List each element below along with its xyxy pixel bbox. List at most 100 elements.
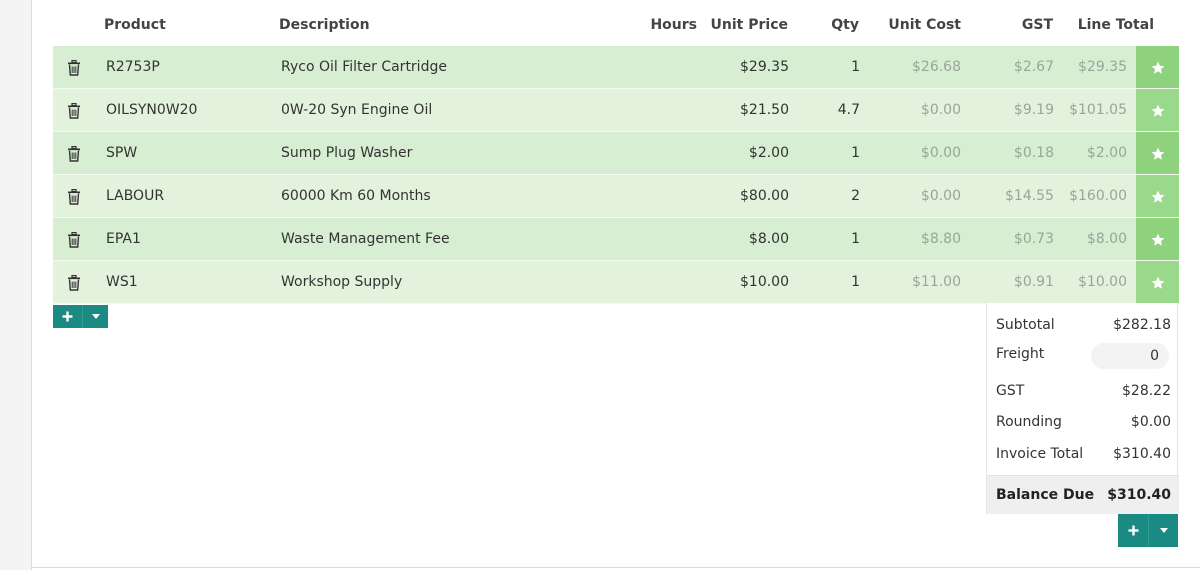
cell-line-total: $29.35	[1078, 59, 1127, 75]
cell-description[interactable]: Workshop Supply	[281, 274, 402, 290]
cell-gst: $0.18	[1013, 145, 1054, 161]
cell-unit-cost: $26.68	[912, 59, 961, 75]
cell-unit-cost: $8.80	[920, 231, 961, 247]
favorite-button[interactable]	[1136, 89, 1179, 132]
rounding-label: Rounding	[996, 414, 1062, 430]
totals-summary: Subtotal $282.18 Freight GST $28.22 Roun…	[986, 303, 1179, 514]
cell-unit-price[interactable]: $2.00	[749, 145, 789, 161]
rounding-row: Rounding $0.00	[987, 410, 1179, 434]
cell-unit-cost: $11.00	[912, 274, 961, 290]
favorite-button[interactable]	[1136, 132, 1179, 175]
cell-description[interactable]: 0W-20 Syn Engine Oil	[281, 102, 432, 118]
gst-value: $28.22	[1122, 383, 1171, 399]
favorite-button[interactable]	[1136, 46, 1179, 89]
balance-due-label: Balance Due	[996, 487, 1095, 503]
cell-product[interactable]: R2753P	[106, 59, 160, 75]
cell-qty[interactable]: 4.7	[838, 102, 860, 118]
column-header-hours[interactable]: Hours	[650, 17, 697, 33]
trash-icon[interactable]	[67, 231, 81, 248]
cell-unit-price[interactable]: $8.00	[749, 231, 789, 247]
table-row[interactable]: R2753P Ryco Oil Filter Cartridge $29.35 …	[53, 46, 1179, 89]
table-row[interactable]: WS1 Workshop Supply $10.00 1 $11.00 $0.9…	[53, 261, 1179, 304]
gst-row: GST $28.22	[987, 379, 1179, 403]
balance-due-row: Balance Due $310.40	[987, 475, 1179, 514]
column-header-unit-price[interactable]: Unit Price	[711, 17, 788, 33]
table-row[interactable]: EPA1 Waste Management Fee $8.00 1 $8.80 …	[53, 218, 1179, 261]
cell-product[interactable]: LABOUR	[106, 188, 164, 204]
column-header-unit-cost[interactable]: Unit Cost	[888, 17, 961, 33]
cell-description[interactable]: 60000 Km 60 Months	[281, 188, 431, 204]
cell-qty[interactable]: 1	[851, 59, 860, 75]
cell-line-total: $2.00	[1086, 145, 1127, 161]
cell-description[interactable]: Sump Plug Washer	[281, 145, 412, 161]
caret-down-icon[interactable]	[83, 305, 108, 328]
cell-unit-price[interactable]: $80.00	[740, 188, 789, 204]
invoice-total-value: $310.40	[1113, 446, 1171, 462]
add-payment-button[interactable]	[1118, 514, 1178, 547]
column-header-description[interactable]: Description	[279, 17, 370, 33]
table-row[interactable]: LABOUR 60000 Km 60 Months $80.00 2 $0.00…	[53, 175, 1179, 218]
panel-divider	[32, 567, 1200, 568]
favorite-button[interactable]	[1136, 261, 1179, 304]
cell-line-total: $8.00	[1086, 231, 1127, 247]
column-header-qty[interactable]: Qty	[831, 17, 859, 33]
table-row[interactable]: SPW Sump Plug Washer $2.00 1 $0.00 $0.18…	[53, 132, 1179, 175]
star-icon	[1151, 104, 1164, 117]
cell-product[interactable]: WS1	[106, 274, 138, 290]
freight-row: Freight	[987, 343, 1179, 371]
subtotal-value: $282.18	[1113, 317, 1171, 333]
freight-label: Freight	[996, 346, 1045, 362]
subtotal-label: Subtotal	[996, 317, 1055, 333]
star-icon	[1151, 147, 1164, 160]
balance-due-value: $310.40	[1107, 487, 1171, 503]
plus-icon[interactable]	[1118, 514, 1149, 547]
cell-qty[interactable]: 1	[851, 274, 860, 290]
column-header-product[interactable]: Product	[104, 17, 166, 33]
star-icon	[1151, 276, 1164, 289]
trash-icon[interactable]	[67, 102, 81, 119]
cell-line-total: $10.00	[1078, 274, 1127, 290]
invoice-total-label: Invoice Total	[996, 446, 1084, 462]
freight-input[interactable]	[1091, 343, 1169, 369]
add-line-item-button[interactable]	[53, 305, 108, 328]
cell-gst: $0.91	[1013, 274, 1054, 290]
cell-unit-price[interactable]: $29.35	[740, 59, 789, 75]
cell-qty[interactable]: 1	[851, 145, 860, 161]
trash-icon[interactable]	[67, 274, 81, 291]
cell-description[interactable]: Waste Management Fee	[281, 231, 450, 247]
cell-gst: $9.19	[1013, 102, 1054, 118]
cell-unit-cost: $0.00	[920, 102, 961, 118]
favorite-button[interactable]	[1136, 175, 1179, 218]
cell-gst: $0.73	[1013, 231, 1054, 247]
table-row[interactable]: OILSYN0W20 0W-20 Syn Engine Oil $21.50 4…	[53, 89, 1179, 132]
cell-gst: $2.67	[1013, 59, 1054, 75]
gst-label: GST	[996, 383, 1025, 399]
trash-icon[interactable]	[67, 188, 81, 205]
cell-line-total: $101.05	[1069, 102, 1127, 118]
cell-unit-price[interactable]: $10.00	[740, 274, 789, 290]
column-header-gst[interactable]: GST	[1022, 17, 1053, 33]
line-items: R2753P Ryco Oil Filter Cartridge $29.35 …	[53, 46, 1179, 304]
cell-product[interactable]: OILSYN0W20	[106, 102, 197, 118]
trash-icon[interactable]	[67, 59, 81, 76]
trash-icon[interactable]	[67, 145, 81, 162]
rounding-value: $0.00	[1130, 414, 1171, 430]
cell-product[interactable]: SPW	[106, 145, 137, 161]
column-header-line-total[interactable]: Line Total	[1078, 17, 1154, 33]
caret-down-icon[interactable]	[1149, 514, 1178, 547]
cell-qty[interactable]: 2	[851, 188, 860, 204]
star-icon	[1151, 233, 1164, 246]
cell-gst: $14.55	[1005, 188, 1054, 204]
invoice-panel: Product Description Hours Unit Price Qty…	[31, 0, 1200, 570]
cell-description[interactable]: Ryco Oil Filter Cartridge	[281, 59, 447, 75]
cell-unit-cost: $0.00	[920, 188, 961, 204]
cell-line-total: $160.00	[1069, 188, 1127, 204]
cell-product[interactable]: EPA1	[106, 231, 141, 247]
favorite-button[interactable]	[1136, 218, 1179, 261]
cell-unit-price[interactable]: $21.50	[740, 102, 789, 118]
star-icon	[1151, 190, 1164, 203]
cell-qty[interactable]: 1	[851, 231, 860, 247]
plus-icon[interactable]	[53, 305, 83, 328]
invoice-total-row: Invoice Total $310.40	[987, 442, 1179, 466]
table-header: Product Description Hours Unit Price Qty…	[53, 0, 1179, 46]
